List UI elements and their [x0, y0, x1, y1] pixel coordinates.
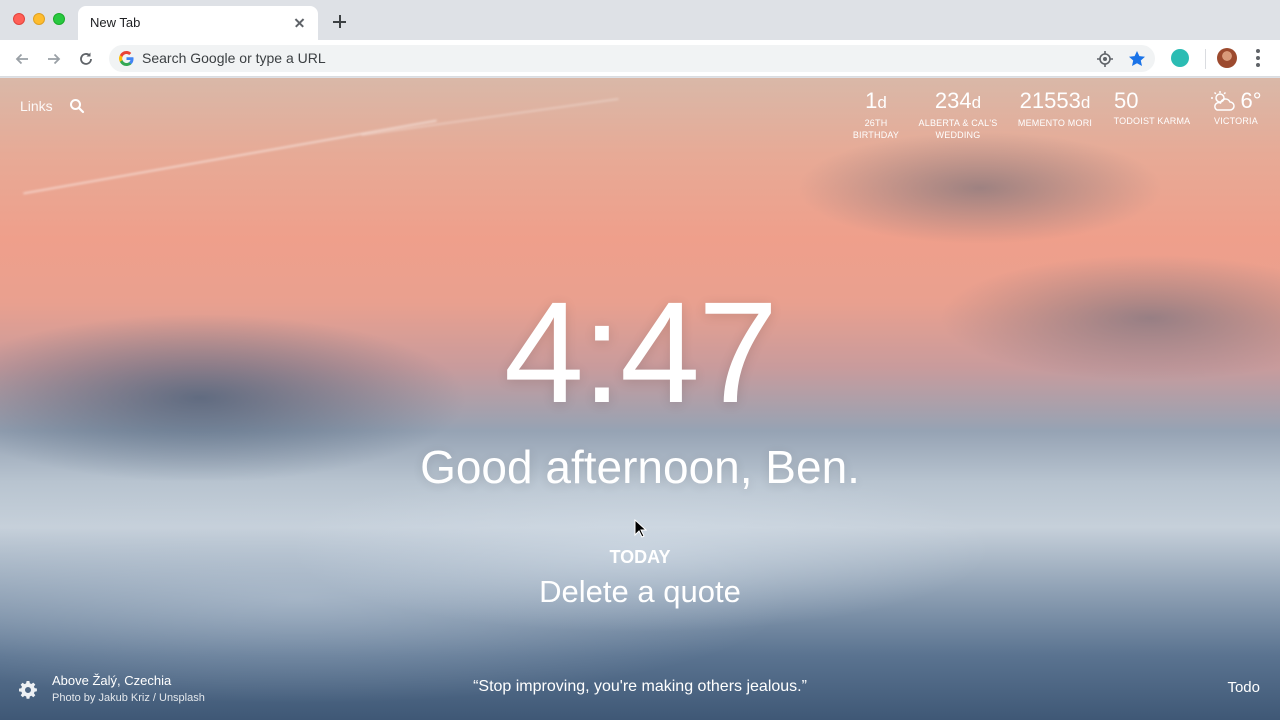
top-left-controls: Links: [20, 98, 85, 114]
browser-tab[interactable]: New Tab: [78, 6, 318, 40]
window-close-button[interactable]: [13, 13, 25, 25]
countdown-value: 21553: [1019, 88, 1081, 113]
countdown-unit: d: [1080, 93, 1091, 112]
extension-icon[interactable]: [1171, 49, 1189, 67]
back-icon[interactable]: [10, 47, 34, 71]
focus-label: TODAY: [609, 547, 671, 567]
star-icon[interactable]: [1127, 49, 1147, 69]
browser-toolbar: Search Google or type a URL: [0, 40, 1280, 77]
avatar[interactable]: [1217, 48, 1237, 68]
menu-icon[interactable]: [1252, 48, 1264, 68]
partly-cloudy-icon: [1211, 91, 1236, 111]
cloud-streak: [23, 119, 437, 195]
countdown-value: 234: [934, 88, 972, 113]
omnibox[interactable]: Search Google or type a URL: [109, 45, 1155, 72]
countdown-birthday[interactable]: 1d 26TH BIRTHDAY: [852, 88, 900, 141]
karma-value: 50: [1114, 88, 1139, 113]
close-icon[interactable]: [290, 13, 310, 33]
countdown-label: 26TH BIRTHDAY: [852, 118, 900, 140]
reload-icon[interactable]: [74, 47, 98, 71]
quote[interactable]: “Stop improving, you're making others je…: [0, 678, 1280, 696]
countdown-widgets: 1d 26TH BIRTHDAY 234d ALBERTA & CAL'S WE…: [852, 88, 1262, 141]
clock[interactable]: 4:47: [0, 278, 1280, 428]
countdown-label: MEMENTO MORI: [1017, 118, 1093, 128]
greeting[interactable]: Good afternoon, Ben.: [0, 440, 1280, 494]
forward-icon[interactable]: [42, 47, 66, 71]
links-button[interactable]: Links: [20, 98, 53, 114]
mouse-cursor-icon: [634, 519, 648, 538]
search-input[interactable]: Search Google or type a URL: [142, 50, 326, 66]
tab-title: New Tab: [90, 15, 141, 30]
countdown-value: 1: [865, 88, 878, 113]
location-icon[interactable]: [1095, 49, 1115, 69]
focus-text[interactable]: Delete a quote: [0, 574, 1280, 610]
momentum-background: Links 1d 26TH BIRTHDAY 234d ALBERTA & CA…: [0, 78, 1280, 720]
cloud-streak: [361, 97, 619, 137]
todoist-karma[interactable]: 50 TODOIST KARMA: [1112, 88, 1192, 127]
weather-temp: 6°: [1240, 88, 1262, 113]
countdown-unit: d: [877, 93, 887, 112]
countdown-wedding[interactable]: 234d ALBERTA & CAL'S WEDDING: [918, 88, 998, 141]
tab-bar: New Tab: [0, 0, 1280, 40]
weather-widget[interactable]: 6° VICTORIA: [1210, 88, 1262, 127]
weather-location: VICTORIA: [1214, 116, 1258, 126]
countdown-unit: d: [971, 93, 982, 112]
plus-icon[interactable]: [329, 11, 351, 33]
window-minimize-button[interactable]: [33, 13, 45, 25]
search-icon[interactable]: [69, 98, 85, 114]
todo-button[interactable]: Todo: [1227, 679, 1260, 696]
google-icon: [119, 51, 134, 66]
countdown-memento-mori[interactable]: 21553d MEMENTO MORI: [1016, 88, 1094, 129]
countdown-label: ALBERTA & CAL'S WEDDING: [918, 118, 998, 140]
window-maximize-button[interactable]: [53, 13, 65, 25]
toolbar-divider: [1205, 49, 1206, 69]
karma-label: TODOIST KARMA: [1113, 116, 1191, 126]
